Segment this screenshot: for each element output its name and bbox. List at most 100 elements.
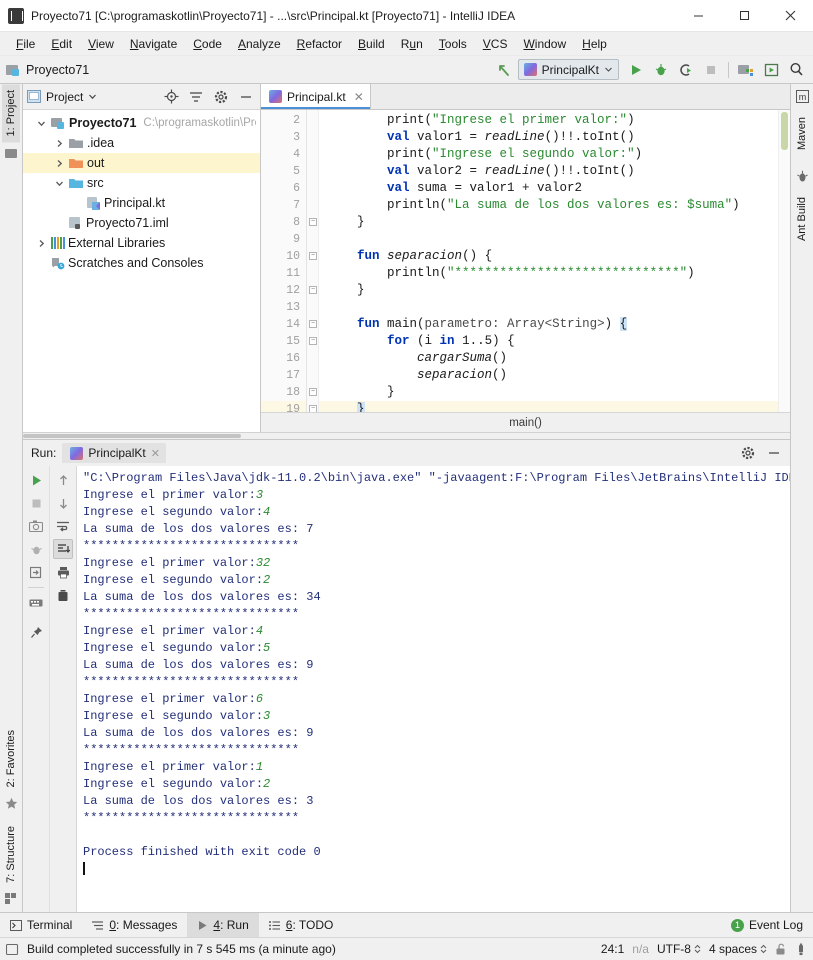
menu-navigate[interactable]: Navigate — [122, 34, 185, 54]
code-line-16[interactable]: cargarSuma() — [319, 350, 778, 367]
gutter-line-4[interactable]: 4 — [261, 146, 306, 163]
debug-icon[interactable] — [650, 59, 672, 81]
toolbar-project[interactable]: Proyecto71 — [6, 63, 89, 77]
pin-icon[interactable] — [26, 622, 46, 642]
chevron-right-icon[interactable] — [51, 159, 67, 168]
project-structure-icon[interactable] — [735, 59, 757, 81]
locate-icon[interactable] — [161, 87, 181, 107]
gutter-line-5[interactable]: 5 — [261, 163, 306, 180]
fold-slot-18[interactable]: − — [307, 384, 318, 401]
gutter-line-17[interactable]: 17 — [261, 367, 306, 384]
code-line-6[interactable]: val suma = valor1 + valor2 — [319, 180, 778, 197]
fold-marker-icon[interactable]: − — [309, 218, 317, 226]
tree-item-scratches-and-consoles[interactable]: Scratches and Consoles — [23, 253, 260, 273]
gutter-line-15[interactable]: 15 — [261, 333, 306, 350]
sidebar-tab-maven[interactable]: Maven — [793, 111, 811, 156]
tree-item-principal-kt[interactable]: Principal.kt — [23, 193, 260, 213]
menu-run[interactable]: Run — [393, 34, 431, 54]
settings-gear-icon[interactable] — [738, 443, 758, 463]
scrollbar-thumb[interactable] — [781, 112, 788, 150]
code-line-12[interactable]: } — [319, 282, 778, 299]
fold-marker-icon[interactable]: − — [309, 405, 317, 412]
minimize-button[interactable] — [675, 0, 721, 32]
menu-tools[interactable]: Tools — [431, 34, 475, 54]
menu-file[interactable]: File — [8, 34, 43, 54]
search-everywhere-icon[interactable] — [785, 59, 807, 81]
code-line-19[interactable]: } — [319, 401, 778, 412]
gutter-line-7[interactable]: 7 — [261, 197, 306, 214]
code-content[interactable]: print("Ingrese el primer valor:") val va… — [319, 110, 778, 412]
gutter-line-2[interactable]: 2 — [261, 112, 306, 129]
console-output[interactable]: "C:\Program Files\Java\jdk-11.0.2\bin\ja… — [77, 466, 790, 912]
code-line-14[interactable]: fun main(parametro: Array<String>) { — [319, 316, 778, 333]
menu-code[interactable]: Code — [185, 34, 230, 54]
caret-position[interactable]: 24:1 — [601, 942, 624, 956]
close-icon[interactable]: ✕ — [354, 90, 364, 104]
maximize-button[interactable] — [721, 0, 767, 32]
run-configuration-selector[interactable]: PrincipalKt — [517, 59, 619, 80]
gutter-line-11[interactable]: 11 — [261, 265, 306, 282]
line-separator[interactable]: n/a — [632, 942, 649, 956]
tree-item-src[interactable]: src — [23, 173, 260, 193]
code-line-8[interactable]: } — [319, 214, 778, 231]
clear-all-icon[interactable] — [53, 585, 73, 605]
indent-selector[interactable]: 4 spaces — [709, 942, 767, 956]
close-button[interactable] — [767, 0, 813, 32]
menu-analyze[interactable]: Analyze — [230, 34, 289, 54]
settings-gear-icon[interactable] — [211, 87, 231, 107]
code-area[interactable]: 2 3 4 5 6 7 8 9 10 11 12 13 14 15 16 17 18 19 − − − − − − − pri… — [261, 110, 790, 412]
horizontal-splitter[interactable] — [23, 432, 790, 439]
menu-window[interactable]: Window — [515, 34, 574, 54]
code-line-15[interactable]: for (i in 1..5) { — [319, 333, 778, 350]
fold-slot-12[interactable]: − — [307, 282, 318, 299]
gutter-line-12[interactable]: 12 — [261, 282, 306, 299]
screenshot-icon[interactable] — [26, 516, 46, 536]
chevron-right-icon[interactable] — [33, 239, 49, 248]
rerun-icon[interactable] — [26, 470, 46, 490]
tree-item-out[interactable]: out — [23, 153, 260, 173]
scroll-to-end-icon[interactable] — [53, 539, 73, 559]
gutter-line-9[interactable]: 9 — [261, 231, 306, 248]
collapse-all-icon[interactable] — [186, 87, 206, 107]
keyboard-icon[interactable] — [26, 593, 46, 613]
bottom-tab-0-messages[interactable]: 0: Messages — [82, 913, 187, 937]
encoding-selector[interactable]: UTF-8 — [657, 942, 701, 956]
gutter-line-8[interactable]: 8 — [261, 214, 306, 231]
gutter-line-13[interactable]: 13 — [261, 299, 306, 316]
fold-slot-15[interactable]: − — [307, 333, 318, 350]
code-line-5[interactable]: val valor2 = readLine()!!.toInt() — [319, 163, 778, 180]
code-line-2[interactable]: print("Ingrese el primer valor:") — [319, 112, 778, 129]
fold-slot-19[interactable]: − — [307, 401, 318, 412]
gutter-line-19[interactable]: 19 — [261, 401, 306, 412]
code-line-3[interactable]: val valor1 = readLine()!!.toInt() — [319, 129, 778, 146]
code-line-18[interactable]: } — [319, 384, 778, 401]
console-caret[interactable] — [83, 861, 790, 878]
tree-item-idea[interactable]: .idea — [23, 133, 260, 153]
fold-marker-icon[interactable]: − — [309, 320, 317, 328]
gutter-line-16[interactable]: 16 — [261, 350, 306, 367]
bottom-tab-4-run[interactable]: 4: Run — [187, 913, 259, 937]
code-line-7[interactable]: println("La suma de los dos valores es: … — [319, 197, 778, 214]
gutter-line-6[interactable]: 6 — [261, 180, 306, 197]
menu-edit[interactable]: Edit — [43, 34, 80, 54]
chevron-down-icon[interactable] — [51, 179, 67, 188]
fold-marker-icon[interactable]: − — [309, 337, 317, 345]
tree-item-external-libraries[interactable]: External Libraries — [23, 233, 260, 253]
tree-item-proyecto71-iml[interactable]: Proyecto71.iml — [23, 213, 260, 233]
menu-vcs[interactable]: VCS — [475, 34, 516, 54]
status-message-icon[interactable] — [6, 943, 19, 956]
menu-view[interactable]: View — [80, 34, 122, 54]
menu-help[interactable]: Help — [574, 34, 615, 54]
fold-marker-icon[interactable]: − — [309, 388, 317, 396]
run-icon[interactable] — [625, 59, 647, 81]
code-line-4[interactable]: print("Ingrese el segundo valor:") — [319, 146, 778, 163]
debug-icon[interactable] — [26, 539, 46, 559]
code-folding-column[interactable]: − − − − − − − — [307, 110, 319, 412]
export-icon[interactable] — [26, 562, 46, 582]
tree-item-proyecto71[interactable]: Proyecto71 C:\programaskotlin\Proy — [23, 113, 260, 133]
sidebar-tab-project[interactable]: 1: Project — [2, 84, 20, 143]
fold-marker-icon[interactable]: − — [309, 286, 317, 294]
sidebar-tab-structure[interactable]: 7: Structure — [2, 820, 20, 889]
sidebar-tab-favorites[interactable]: 2: Favorites — [2, 724, 20, 793]
fold-slot-10[interactable]: − — [307, 248, 318, 265]
